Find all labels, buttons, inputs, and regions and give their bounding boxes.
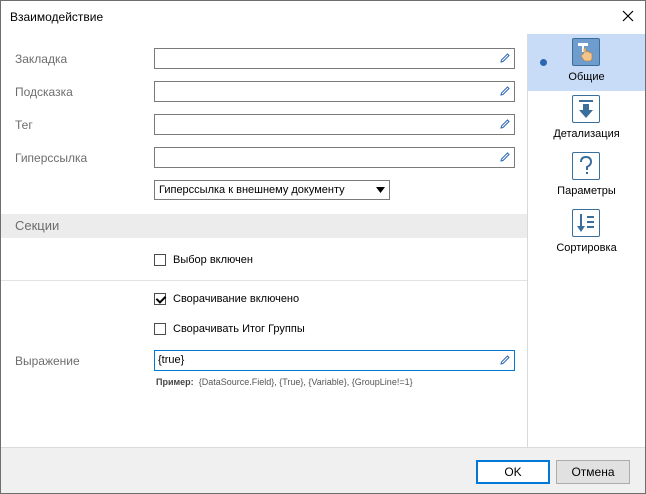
expression-hint: Пример: {DataSource.Field}, {True}, {Var… xyxy=(156,377,413,387)
nav-sorting-label: Сортировка xyxy=(556,242,617,254)
nav-detailing-label: Детализация xyxy=(553,128,620,140)
hand-pointer-icon xyxy=(572,38,600,66)
collapse-group-total-label[interactable]: Сворачивать Итог Группы xyxy=(173,323,305,335)
ok-button[interactable]: OK xyxy=(476,460,550,484)
nav-parameters[interactable]: Параметры xyxy=(528,148,645,205)
tag-label: Тег xyxy=(15,118,33,132)
hint-text: {DataSource.Field}, {True}, {Variable}, … xyxy=(198,377,413,387)
close-button[interactable] xyxy=(619,7,637,25)
window-title: Взаимодействие xyxy=(10,10,104,24)
hint-prefix: Пример: xyxy=(156,377,194,387)
expression-label: Выражение xyxy=(15,354,80,368)
selection-enabled-label[interactable]: Выбор включен xyxy=(173,254,253,266)
tooltip-field[interactable] xyxy=(154,81,515,102)
sections-title: Секции xyxy=(15,218,60,233)
collapse-group-total-checkbox[interactable] xyxy=(154,323,166,335)
collapsing-enabled-checkbox[interactable] xyxy=(154,293,166,305)
collapsing-enabled-label[interactable]: Сворачивание включено xyxy=(173,293,299,305)
tag-field[interactable] xyxy=(154,114,515,135)
interaction-dialog: Взаимодействие Закладка Подсказка Тег Ги… xyxy=(0,0,646,494)
hyperlink-type-value: Гиперссылка к внешнему документу xyxy=(159,184,345,196)
title-bar: Взаимодействие xyxy=(1,1,645,33)
close-icon xyxy=(622,10,634,22)
bookmark-label: Закладка xyxy=(15,52,68,66)
sort-icon xyxy=(572,209,600,237)
pencil-icon[interactable] xyxy=(499,151,511,163)
category-sidebar: Общие Детализация Параметры Сортировка xyxy=(527,34,645,447)
selected-indicator-icon xyxy=(540,59,547,66)
arrow-down-icon xyxy=(572,95,600,123)
pencil-icon[interactable] xyxy=(499,354,511,366)
question-icon xyxy=(572,152,600,180)
bookmark-field[interactable] xyxy=(154,48,515,69)
tooltip-label: Подсказка xyxy=(15,85,73,99)
pencil-icon[interactable] xyxy=(499,118,511,130)
cancel-button[interactable]: Отмена xyxy=(556,460,630,484)
dropdown-arrow-icon[interactable] xyxy=(373,183,387,197)
selection-enabled-checkbox[interactable] xyxy=(154,254,166,266)
pencil-icon[interactable] xyxy=(499,85,511,97)
divider xyxy=(1,280,527,281)
expression-field[interactable]: {true} xyxy=(154,350,515,371)
nav-general-label: Общие xyxy=(568,71,605,83)
hyperlink-field[interactable] xyxy=(154,147,515,168)
pencil-icon[interactable] xyxy=(499,52,511,64)
nav-sorting[interactable]: Сортировка xyxy=(528,205,645,262)
expression-value: {true} xyxy=(158,354,185,366)
dialog-footer: OK Отмена xyxy=(1,447,645,493)
nav-detailing[interactable]: Детализация xyxy=(528,91,645,148)
hyperlink-type-select[interactable]: Гиперссылка к внешнему документу xyxy=(154,180,390,200)
nav-general[interactable]: Общие xyxy=(528,34,645,91)
main-panel: Закладка Подсказка Тег Гиперссылка Гипер… xyxy=(1,34,527,447)
hyperlink-label: Гиперссылка xyxy=(15,151,88,165)
nav-parameters-label: Параметры xyxy=(557,185,616,197)
sections-header: Секции xyxy=(1,214,527,238)
